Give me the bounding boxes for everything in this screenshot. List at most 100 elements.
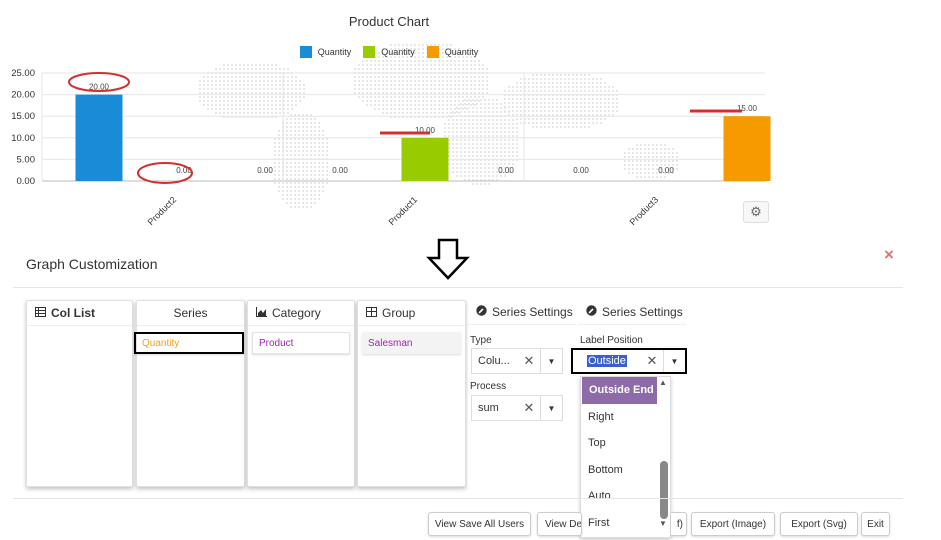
clear-icon[interactable]: ✕	[641, 353, 663, 369]
map-dot	[480, 107, 482, 109]
map-dot	[235, 80, 237, 82]
map-dot	[464, 103, 466, 105]
map-dot	[286, 178, 288, 180]
label-position-dropdown[interactable]: Outside End Right Top Bottom Auto First	[580, 376, 671, 538]
view-default-button[interactable]: View De	[537, 512, 582, 536]
map-dot	[544, 126, 546, 128]
option-outside-end[interactable]: Outside End	[582, 377, 657, 404]
map-dot	[584, 90, 586, 92]
chart-settings-button[interactable]: ⚙	[743, 201, 769, 223]
map-dot	[294, 186, 296, 188]
map-dot	[390, 108, 392, 110]
legend-item[interactable]: Quantity	[426, 46, 478, 58]
series-panel[interactable]: Series Quantity	[134, 300, 245, 487]
map-dot	[290, 134, 292, 136]
col-list-panel[interactable]: Col List	[26, 300, 133, 487]
map-dot	[362, 60, 364, 62]
group-chip-salesman[interactable]: Salesman	[362, 332, 461, 354]
map-dot	[314, 166, 316, 168]
map-dot	[310, 202, 312, 204]
map-dot	[243, 64, 245, 66]
map-dot	[418, 112, 420, 114]
map-dot	[592, 82, 594, 84]
map-dot	[472, 131, 474, 133]
chevron-down-icon[interactable]: ▼	[540, 396, 562, 420]
type-combo[interactable]: Colu... ✕ ▼	[471, 348, 563, 374]
category-panel[interactable]: Category Product	[247, 300, 355, 487]
map-dot	[544, 106, 546, 108]
map-dot	[231, 100, 233, 102]
map-dot	[580, 102, 582, 104]
legend-item[interactable]: Quantity	[299, 46, 351, 58]
map-dot	[362, 96, 364, 98]
map-dot	[636, 168, 638, 170]
map-dot	[484, 139, 486, 141]
label-position-combo[interactable]: Outside ✕ ▼	[571, 348, 687, 374]
clear-icon[interactable]: ✕	[518, 353, 540, 369]
close-icon[interactable]: ×	[884, 245, 894, 265]
map-dot	[430, 92, 432, 94]
map-dot	[460, 143, 462, 145]
exit-button[interactable]: Exit	[861, 512, 890, 536]
process-combo[interactable]: sum ✕ ▼	[471, 395, 563, 421]
option-auto[interactable]: Auto	[581, 483, 670, 510]
map-dot	[604, 90, 606, 92]
map-dot	[648, 156, 650, 158]
map-dot	[275, 64, 277, 66]
map-dot	[274, 150, 276, 152]
map-dot	[464, 107, 466, 109]
map-dot	[556, 102, 558, 104]
export-svg-button[interactable]: Export (Svg)	[780, 512, 858, 536]
map-dot	[294, 134, 296, 136]
option-right[interactable]: Right	[581, 404, 670, 431]
map-dot	[488, 151, 490, 153]
view-save-all-users-button[interactable]: View Save All Users	[428, 512, 531, 536]
scroll-up-icon[interactable]: ▲	[659, 378, 667, 387]
chevron-down-icon[interactable]: ▼	[540, 349, 562, 373]
map-dot	[223, 64, 225, 66]
chart-legend: Quantity Quantity Quantity	[0, 46, 778, 58]
map-dot	[223, 100, 225, 102]
map-dot	[532, 126, 534, 128]
legend-item[interactable]: Quantity	[363, 46, 415, 58]
map-dot	[358, 80, 360, 82]
map-dot	[496, 127, 498, 129]
clear-icon[interactable]: ✕	[518, 400, 540, 416]
map-dot	[636, 160, 638, 162]
map-dot	[302, 134, 304, 136]
category-chip-product[interactable]: Product	[252, 332, 350, 354]
map-dot	[302, 118, 304, 120]
export-pdf-button[interactable]: f)	[671, 512, 687, 536]
map-dot	[203, 80, 205, 82]
map-dot	[235, 104, 237, 106]
export-image-button[interactable]: Export (Image)	[691, 512, 775, 536]
map-dot	[474, 100, 476, 102]
option-first[interactable]: First	[581, 510, 670, 537]
group-panel[interactable]: Group Salesman	[357, 300, 466, 487]
map-dot	[298, 194, 300, 196]
map-dot	[536, 110, 538, 112]
map-dot	[612, 86, 614, 88]
dropdown-scrollbar[interactable]	[660, 461, 668, 519]
map-dot	[484, 167, 486, 169]
map-dot	[263, 96, 265, 98]
map-dot	[398, 100, 400, 102]
map-dot	[382, 64, 384, 66]
map-dot	[278, 154, 280, 156]
map-dot	[462, 92, 464, 94]
map-dot	[211, 104, 213, 106]
scroll-down-icon[interactable]: ▼	[659, 519, 667, 528]
map-dot	[255, 92, 257, 94]
map-dot	[302, 182, 304, 184]
map-dot	[460, 171, 462, 173]
map-dot	[564, 106, 566, 108]
series-chip-quantity[interactable]: Quantity	[134, 332, 244, 354]
map-dot	[520, 122, 522, 124]
map-dot	[243, 96, 245, 98]
map-dot	[468, 127, 470, 129]
option-top[interactable]: Top	[581, 430, 670, 457]
chevron-down-icon[interactable]: ▼	[663, 350, 685, 372]
option-bottom[interactable]: Bottom	[581, 457, 670, 484]
map-dot	[310, 170, 312, 172]
map-dot	[462, 100, 464, 102]
